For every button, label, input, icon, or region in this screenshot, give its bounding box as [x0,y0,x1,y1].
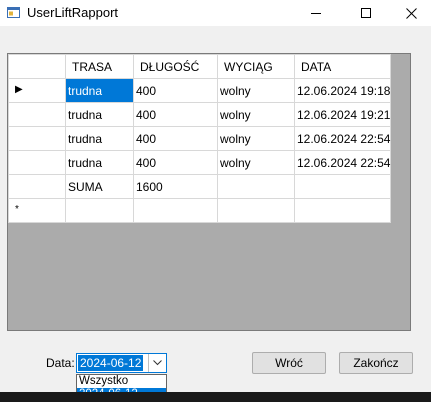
new-row[interactable]: * [8,198,392,223]
table-cell[interactable]: wolny [217,78,295,103]
maximize-icon [361,8,371,18]
new-row-icon: * [15,204,19,215]
table-cell[interactable]: wolny [217,150,295,175]
table-row[interactable]: trudna 400 wolny 12.06.2024 22:54 [8,126,392,151]
table-cell[interactable] [293,198,392,223]
table-cell[interactable] [293,174,392,199]
title-bar: UserLiftRapport [0,0,431,26]
column-header-dlugosc[interactable]: DŁUGOŚĆ [133,54,218,79]
table-cell[interactable]: trudna [65,150,134,175]
row-header[interactable]: * [8,198,66,223]
dropdown-button[interactable] [148,354,166,372]
close-button[interactable] [388,0,431,26]
date-filter-label: Data: [46,356,75,370]
data-grid[interactable]: TRASA DŁUGOŚĆ WYCIĄG DATA ▶ trudna 400 w… [7,53,411,331]
taskbar-strip [0,392,431,402]
table-cell[interactable]: 12.06.2024 22:54 [293,150,392,175]
table-cell[interactable]: 12.06.2024 19:18 [293,78,392,103]
table-row[interactable]: trudna 400 wolny 12.06.2024 22:54 [8,150,392,175]
chevron-down-icon [153,360,162,366]
maximize-button[interactable] [343,0,389,26]
table-cell[interactable]: trudna [65,126,134,151]
app-icon [7,6,20,19]
table-cell[interactable]: 12.06.2024 22:54 [293,126,392,151]
table-cell[interactable] [133,198,218,223]
minimize-button[interactable] [293,0,339,26]
close-icon [405,7,417,19]
data-table: TRASA DŁUGOŚĆ WYCIĄG DATA ▶ trudna 400 w… [8,54,392,223]
row-header[interactable] [8,126,66,151]
table-row[interactable]: trudna 400 wolny 12.06.2024 19:21 [8,102,392,127]
table-cell[interactable]: 12.06.2024 19:21 [293,102,392,127]
table-cell[interactable] [217,174,295,199]
date-filter-value: 2024-06-12 [78,355,144,371]
column-header-trasa[interactable]: TRASA [65,54,134,79]
table-cell[interactable]: 400 [133,78,218,103]
finish-button[interactable]: Zakończ [339,352,413,374]
row-header[interactable] [8,174,66,199]
sum-label-cell[interactable]: SUMA [65,174,134,199]
row-header[interactable]: ▶ [8,78,66,103]
table-cell[interactable]: 400 [133,126,218,151]
column-header-data[interactable]: DATA [293,54,392,79]
table-row[interactable]: ▶ trudna 400 wolny 12.06.2024 19:18 [8,78,392,103]
table-cell[interactable] [217,198,295,223]
minimize-icon [311,13,321,14]
row-header[interactable] [8,150,66,175]
corner-header [8,54,66,79]
dropdown-option-wszystko[interactable]: Wszystko [77,375,166,388]
column-header-wyciag[interactable]: WYCIĄG [217,54,295,79]
sum-value-cell[interactable]: 1600 [133,174,218,199]
table-cell[interactable] [65,198,134,223]
date-filter-combobox[interactable]: 2024-06-12 [76,353,167,373]
window-title: UserLiftRapport [27,5,119,20]
table-cell[interactable]: 400 [133,102,218,127]
table-cell[interactable]: 400 [133,150,218,175]
row-header[interactable] [8,102,66,127]
sum-row[interactable]: SUMA 1600 [8,174,392,199]
table-cell[interactable]: wolny [217,126,295,151]
back-button[interactable]: Wróć [252,352,326,374]
table-cell[interactable]: trudna [65,102,134,127]
current-row-icon: ▶ [15,84,23,95]
table-cell[interactable]: trudna [65,78,134,103]
header-row: TRASA DŁUGOŚĆ WYCIĄG DATA [8,54,392,79]
table-cell[interactable]: wolny [217,102,295,127]
